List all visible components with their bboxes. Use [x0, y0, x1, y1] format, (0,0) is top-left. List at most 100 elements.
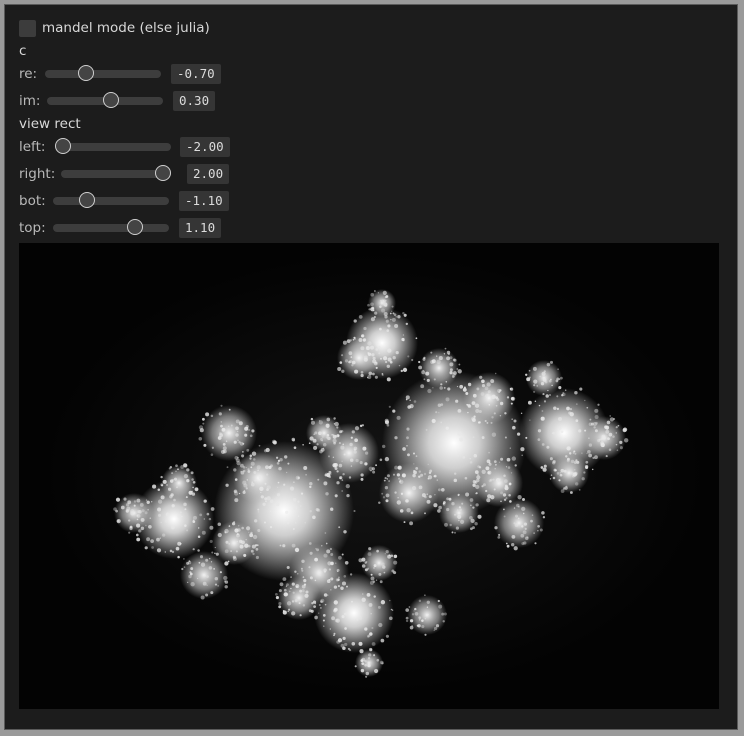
fractal-speck [198, 437, 203, 441]
fractal-speck [386, 377, 391, 382]
fractal-speck [437, 488, 441, 492]
fractal-speck [325, 492, 329, 496]
im-slider[interactable] [47, 90, 163, 112]
fractal-speck [424, 512, 426, 515]
fractal-speck [481, 379, 485, 384]
fractal-speck [446, 356, 451, 361]
fractal-speck [608, 448, 612, 452]
fractal-speck [474, 403, 480, 408]
fractal-speck [225, 483, 229, 487]
im-slider-knob[interactable] [103, 92, 119, 108]
re-label: re: [19, 66, 38, 82]
fractal-speck [459, 519, 465, 525]
fractal-speck [375, 348, 379, 351]
fractal-speck [481, 436, 485, 440]
fractal-speck [346, 339, 351, 343]
right-value[interactable]: 2.00 [187, 164, 230, 184]
fractal-speck [562, 392, 565, 394]
fractal-speck [208, 517, 212, 521]
fractal-speck [459, 384, 464, 389]
top-value[interactable]: 1.10 [179, 218, 222, 238]
bot-value[interactable]: -1.10 [179, 191, 229, 211]
top-slider[interactable] [53, 217, 169, 239]
re-value[interactable]: -0.70 [171, 64, 221, 84]
left-slider[interactable] [55, 136, 171, 158]
fractal-speck [197, 535, 201, 539]
fractal-speck [169, 549, 173, 553]
fractal-speck [397, 497, 399, 499]
fractal-speck [361, 564, 366, 568]
im-value[interactable]: 0.30 [173, 91, 216, 111]
fractal-speck [395, 315, 397, 318]
fractal-speck [569, 411, 574, 417]
fractal-speck [283, 483, 286, 486]
fractal-speck [205, 412, 210, 417]
fractal-speck [325, 542, 328, 545]
fractal-speck [397, 465, 402, 470]
fractal-speck [568, 452, 572, 455]
re-slider-track[interactable] [45, 70, 161, 78]
fractal-speck [239, 463, 244, 468]
re-slider-knob[interactable] [78, 65, 94, 81]
fractal-speck [238, 539, 243, 544]
right-slider[interactable] [61, 163, 171, 185]
mandel-mode-row[interactable]: mandel mode (else julia) [19, 17, 210, 39]
fractal-speck [175, 470, 177, 473]
fractal-speck [344, 561, 349, 565]
fractal-speck [426, 499, 431, 504]
fractal-speck [400, 369, 403, 373]
fractal-speck [179, 511, 182, 514]
fractal-speck [443, 353, 446, 355]
fractal-speck [320, 437, 323, 441]
top-slider-track[interactable] [53, 224, 169, 232]
fractal-speck [275, 593, 278, 596]
fractal-viewport[interactable] [19, 243, 719, 709]
left-slider-track[interactable] [55, 143, 171, 151]
fractal-speck [362, 593, 364, 595]
top-slider-knob[interactable] [127, 219, 143, 235]
fractal-speck [343, 530, 347, 534]
fractal-speck [253, 471, 257, 474]
julia-set-render[interactable] [19, 243, 719, 709]
fractal-speck [341, 354, 344, 357]
view-heading-row: view rect [19, 113, 81, 135]
fractal-speck [318, 420, 323, 425]
fractal-speck [403, 521, 406, 524]
fractal-speck [269, 525, 273, 529]
fractal-speck [499, 414, 502, 417]
fractal-speck [363, 326, 367, 331]
fractal-speck [426, 378, 430, 382]
fractal-speck [367, 351, 370, 355]
fractal-speck [512, 425, 516, 430]
fractal-speck [199, 513, 203, 517]
mandel-mode-checkbox[interactable] [19, 19, 36, 37]
fractal-speck [370, 307, 375, 312]
fractal-speck [382, 290, 387, 295]
fractal-speck [407, 355, 410, 358]
fractal-speck [192, 548, 195, 551]
fractal-speck [319, 574, 321, 577]
fractal-speck [552, 460, 556, 464]
fractal-speck [206, 512, 210, 516]
fractal-speck [157, 507, 162, 512]
fractal-speck [374, 361, 378, 366]
bot-slider-knob[interactable] [79, 192, 95, 208]
re-slider[interactable] [45, 63, 161, 85]
fractal-speck [391, 310, 393, 312]
fractal-speck [415, 466, 419, 470]
bot-slider[interactable] [53, 190, 169, 212]
fractal-speck [224, 580, 229, 584]
left-value[interactable]: -2.00 [180, 137, 230, 157]
right-slider-knob[interactable] [155, 165, 171, 181]
fractal-speck [228, 542, 231, 545]
fractal-speck [292, 527, 295, 531]
fractal-speck [355, 458, 359, 463]
fractal-speck [192, 520, 196, 523]
fractal-speck [381, 492, 384, 495]
bot-slider-track[interactable] [53, 197, 169, 205]
fractal-speck [521, 542, 525, 546]
left-slider-knob[interactable] [55, 138, 71, 154]
fractal-speck [242, 442, 245, 445]
fractal-speck [485, 489, 488, 493]
fractal-speck [382, 356, 388, 361]
